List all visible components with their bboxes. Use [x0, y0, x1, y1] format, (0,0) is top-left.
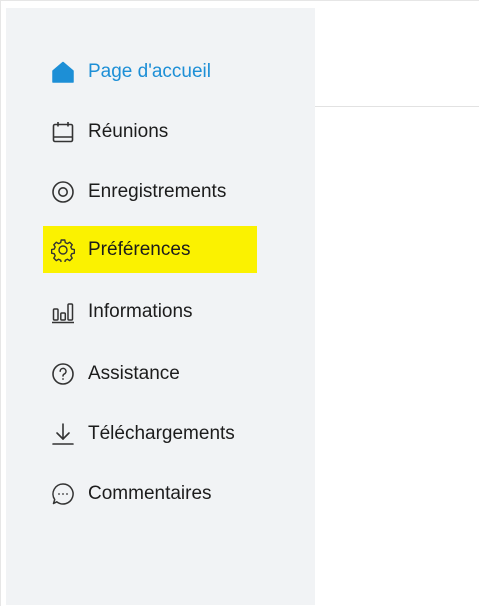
- sidebar-item-label: Téléchargements: [88, 423, 235, 444]
- sidebar-item-label: Page d'accueil: [88, 61, 211, 82]
- header-divider: [315, 106, 479, 107]
- sidebar-item-preferences[interactable]: Préférences: [36, 227, 296, 273]
- sidebar-item-insights[interactable]: Informations: [36, 289, 296, 335]
- sidebar-item-support[interactable]: Assistance: [36, 351, 296, 397]
- gear-icon: [50, 237, 76, 263]
- sidebar-item-label: Assistance: [88, 363, 180, 384]
- sidebar-item-label: Commentaires: [88, 483, 212, 504]
- download-icon: [50, 421, 76, 447]
- sidebar-item-downloads[interactable]: Téléchargements: [36, 411, 296, 457]
- sidebar-item-label: Réunions: [88, 121, 169, 142]
- sidebar-item-recordings[interactable]: Enregistrements: [36, 169, 296, 215]
- help-icon: [50, 361, 76, 387]
- calendar-icon: [50, 119, 76, 145]
- sidebar-item-meetings[interactable]: Réunions: [36, 109, 296, 155]
- sidebar-item-label: Préférences: [88, 239, 191, 260]
- recording-icon: [50, 179, 76, 205]
- sidebar-item-home[interactable]: Page d'accueil: [36, 49, 296, 95]
- sidebar-item-label: Informations: [88, 301, 193, 322]
- sidebar-item-feedback[interactable]: Commentaires: [36, 471, 296, 517]
- bar-chart-icon: [50, 299, 76, 325]
- home-icon: [50, 59, 76, 85]
- sidebar-item-label: Enregistrements: [88, 181, 227, 202]
- chat-bubble-icon: [50, 481, 76, 507]
